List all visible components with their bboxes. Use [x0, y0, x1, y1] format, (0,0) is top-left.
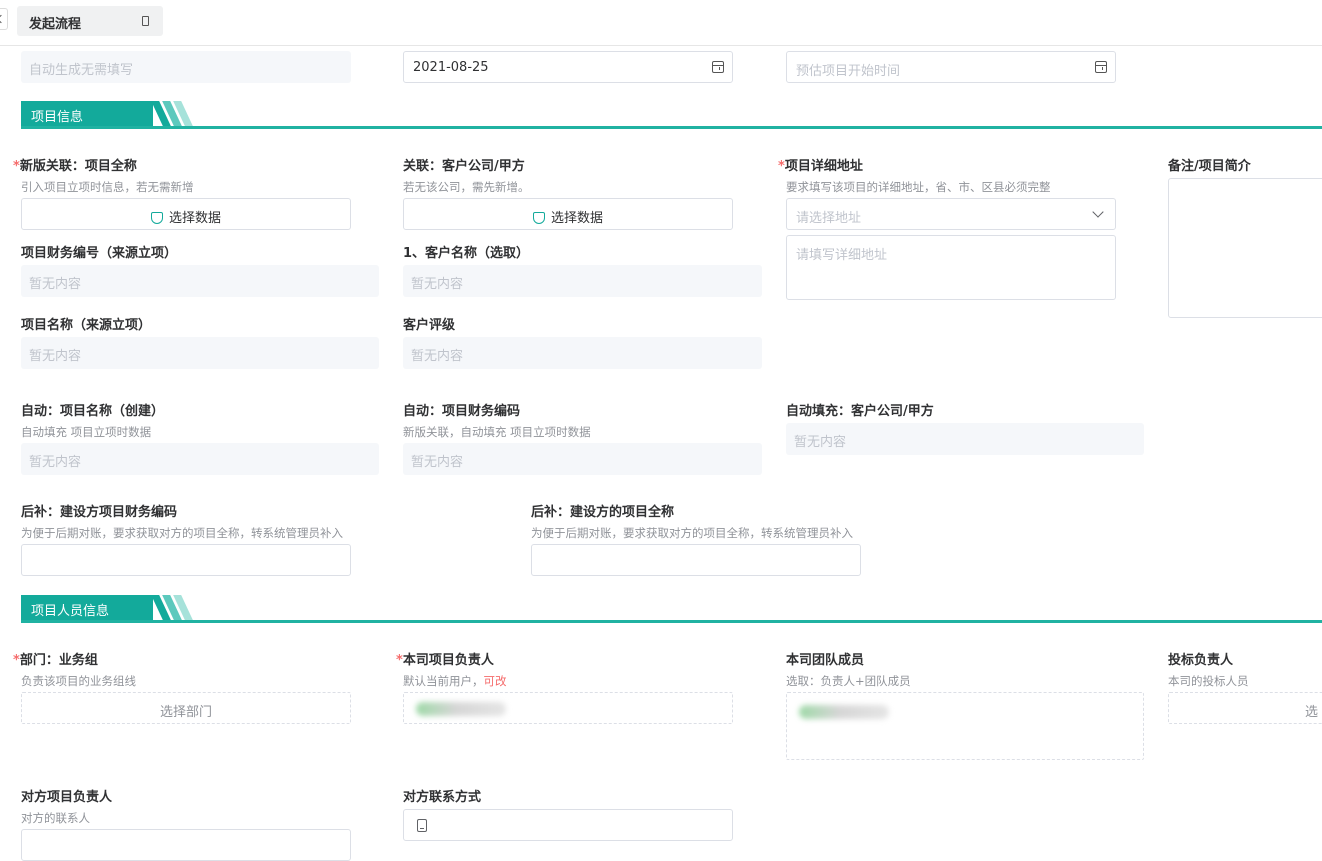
start-time-input[interactable]: 预估项目开始时间: [786, 51, 1116, 83]
tab-label: 发起流程: [29, 17, 82, 32]
empty-value: 暂无内容: [411, 455, 464, 470]
start-time-placeholder: 预估项目开始时间: [796, 64, 901, 79]
calendar-icon[interactable]: [1095, 61, 1107, 73]
empty-value: 暂无内容: [794, 435, 847, 450]
builder-fullname-label: 后补：建设方的项目全称: [531, 505, 675, 520]
auto-project-name-label: 自动：项目名称（创建）: [21, 404, 165, 419]
finance-no-label: 项目财务编号（来源立项）: [21, 246, 178, 261]
team-label: 本司团队成员: [786, 653, 865, 668]
department-label: *部门：业务组: [13, 653, 98, 668]
team-picker[interactable]: [786, 692, 1144, 760]
client-rating-field: 暂无内容: [403, 337, 762, 369]
auto-client-company-field: 暂无内容: [786, 423, 1144, 455]
address-select[interactable]: 请选择地址: [786, 198, 1116, 230]
section-header-project-info: 项目信息: [21, 101, 1322, 129]
auto-finance-code-hint: 新版关联，自动填充 项目立项时数据: [403, 425, 591, 439]
client-company-hint: 若无该公司，需先新增。: [403, 180, 530, 194]
project-fullname-label: *新版关联：项目全称: [13, 159, 137, 174]
select-project-data-button[interactable]: 选择数据: [21, 198, 351, 230]
client-company-label: 关联：客户公司/甲方: [403, 159, 525, 174]
select-bidder-button[interactable]: 选: [1168, 692, 1322, 724]
empty-value: 暂无内容: [411, 349, 464, 364]
auto-generated-placeholder: 自动生成无需填写: [29, 63, 134, 78]
auto-finance-code-field: 暂无内容: [403, 443, 762, 475]
address-hint: 要求填写该项目的详细地址，省、市、区县必须完整: [786, 180, 1051, 194]
builder-fullname-hint: 为便于后期对账，要求获取对方的项目全称，转系统管理员补入: [531, 526, 853, 540]
date-input[interactable]: 2021-08-25: [403, 51, 733, 83]
phone-icon: [417, 819, 427, 832]
address-select-placeholder: 请选择地址: [796, 211, 862, 226]
button-label: 选: [1305, 705, 1319, 720]
empty-value: 暂无内容: [411, 277, 464, 292]
top-bar: [0, 0, 1322, 46]
button-label: 选择部门: [159, 705, 212, 720]
client-name-label: 1、客户名称（选取）: [403, 246, 530, 261]
empty-value: 暂无内容: [29, 349, 82, 364]
auto-project-name-field: 暂无内容: [21, 443, 379, 475]
button-label: 选择数据: [168, 211, 221, 226]
address-label: *项目详细地址: [778, 159, 863, 174]
close-icon[interactable]: [142, 16, 149, 26]
project-name-label: 项目名称（来源立项）: [21, 318, 152, 333]
remark-textarea[interactable]: [1168, 178, 1322, 318]
builder-fullname-input[interactable]: [531, 544, 861, 576]
chevron-down-icon[interactable]: [1092, 206, 1104, 218]
calendar-icon[interactable]: [712, 61, 724, 73]
select-department-button[interactable]: 选择部门: [21, 692, 351, 724]
section-divider: [21, 620, 1322, 623]
address-detail-placeholder: 请填写详细地址: [796, 248, 888, 263]
auto-generated-field: 自动生成无需填写: [21, 51, 351, 83]
builder-finance-code-hint: 为便于后期对账，要求获取对方的项目全称，转系统管理员补入: [21, 526, 343, 540]
project-fullname-hint: 引入项目立项时信息，若无需新增: [21, 180, 194, 194]
tab-start-process[interactable]: 发起流程: [17, 6, 163, 36]
auto-client-company-label: 自动填充：客户公司/甲方: [786, 404, 934, 419]
select-data-icon: [150, 212, 163, 224]
section-header-staff-info: 项目人员信息: [21, 595, 1322, 623]
select-data-icon: [532, 212, 545, 224]
counter-contact-label: 对方联系方式: [403, 790, 482, 805]
project-name-field: 暂无内容: [21, 337, 379, 369]
counter-manager-input[interactable]: [21, 829, 351, 861]
auto-project-name-hint: 自动填充 项目立项时数据: [21, 425, 152, 439]
bidder-label: 投标负责人: [1168, 653, 1234, 668]
builder-finance-code-input[interactable]: [21, 544, 351, 576]
section-tag: 项目人员信息: [21, 595, 153, 620]
select-client-data-button[interactable]: 选择数据: [403, 198, 733, 230]
counter-manager-label: 对方项目负责人: [21, 790, 113, 805]
manager-label: *本司项目负责人: [396, 653, 494, 668]
empty-value: 暂无内容: [29, 455, 82, 470]
department-hint: 负责该项目的业务组线: [21, 674, 136, 688]
bidder-hint: 本司的投标人员: [1168, 674, 1249, 688]
builder-finance-code-label: 后补：建设方项目财务编码: [21, 505, 178, 520]
address-detail-textarea[interactable]: 请填写详细地址: [786, 235, 1116, 300]
manager-hint: 默认当前用户，可改: [403, 674, 507, 688]
client-name-field: 暂无内容: [403, 265, 762, 297]
section-title: 项目信息: [31, 110, 84, 125]
manager-picker[interactable]: [403, 692, 733, 724]
empty-value: 暂无内容: [29, 277, 82, 292]
client-rating-label: 客户评级: [403, 318, 456, 333]
avatar[interactable]: [416, 702, 506, 716]
counter-contact-input[interactable]: [403, 809, 733, 841]
section-tag: 项目信息: [21, 101, 153, 126]
remark-label: 备注/项目简介: [1168, 159, 1251, 174]
date-value: 2021-08-25: [413, 60, 489, 75]
back-icon[interactable]: [0, 8, 8, 30]
button-label: 选择数据: [550, 211, 603, 226]
section-divider: [21, 126, 1322, 129]
finance-no-field: 暂无内容: [21, 265, 379, 297]
team-hint: 选取：负责人+团队成员: [786, 674, 911, 688]
counter-manager-hint: 对方的联系人: [21, 811, 90, 825]
section-title: 项目人员信息: [31, 604, 110, 619]
auto-finance-code-label: 自动：项目财务编码: [403, 404, 521, 419]
avatar[interactable]: [799, 705, 889, 719]
